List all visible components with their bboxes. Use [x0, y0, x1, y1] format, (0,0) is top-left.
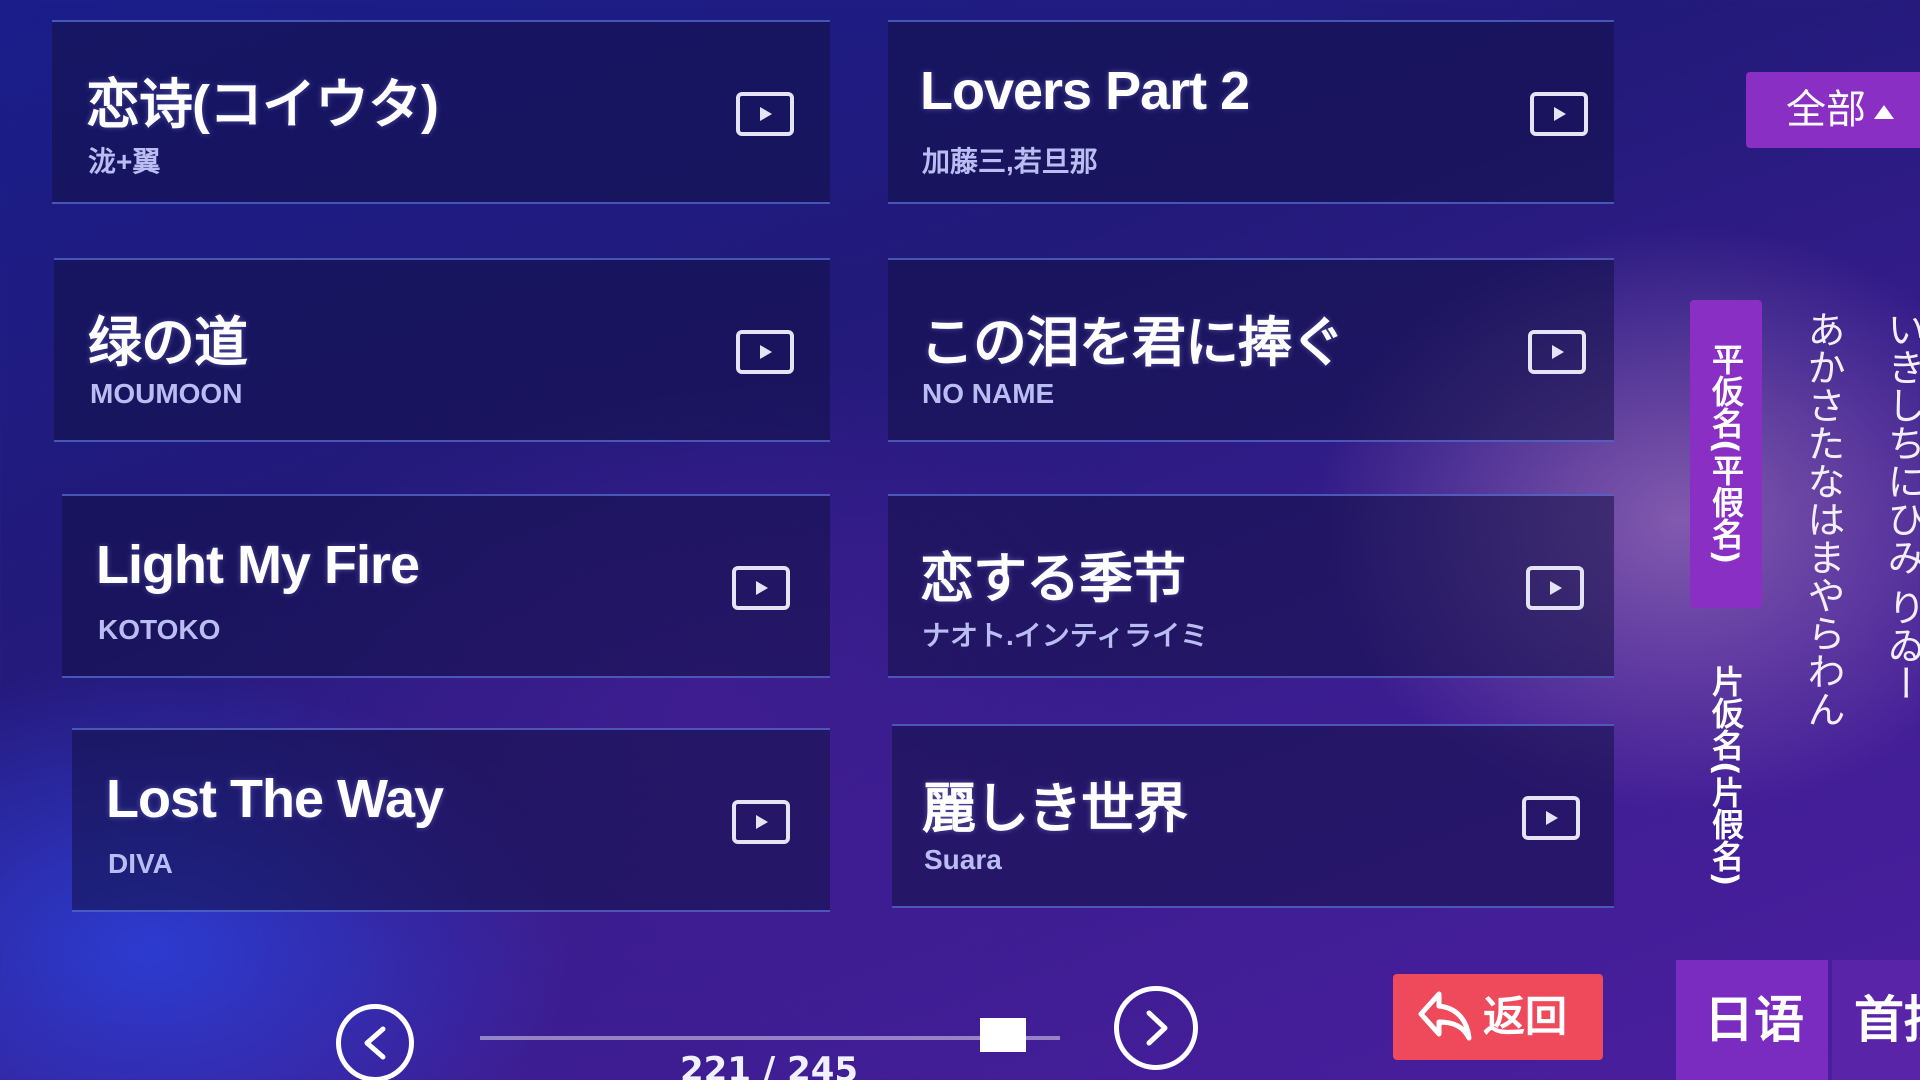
kana-column-i[interactable]: いきしちにひみ りゐー [1878, 310, 1920, 702]
filter-dropdown-button[interactable]: 全部 [1746, 72, 1920, 148]
song-artist: Suara [924, 844, 1002, 875]
kana-index-panel: 平仮名(平假名) 片仮名(片假名) あかさたなはまやらわん いきしちにひみ りゐ… [1690, 300, 1920, 930]
song-card-8[interactable]: 麗しき世界 Suara [892, 724, 1614, 908]
song-title: Lovers Part 2 [920, 61, 1250, 121]
song-artist: MOUMOON [90, 378, 243, 409]
page-counter: 221 / 245 [680, 1050, 859, 1080]
song-card-2[interactable]: Lovers Part 2 加藤三,若旦那 [888, 20, 1614, 204]
video-play-icon[interactable] [736, 330, 794, 374]
song-artist: 加藤三,若旦那 [922, 146, 1098, 177]
song-title: この泪を君に捧ぐ [920, 313, 1345, 373]
next-page-button[interactable] [1114, 986, 1198, 1070]
tab-japanese[interactable]: 日语 [1676, 960, 1828, 1080]
page-slider-thumb[interactable] [980, 1018, 1026, 1052]
video-play-icon[interactable] [732, 566, 790, 610]
caret-up-icon [1874, 105, 1894, 119]
video-play-icon[interactable] [732, 800, 790, 844]
song-title: 恋する季节 [920, 549, 1186, 609]
song-title: 麗しき世界 [922, 779, 1188, 839]
song-title: 绿の道 [88, 313, 248, 373]
video-play-icon[interactable] [1528, 330, 1586, 374]
video-play-icon[interactable] [736, 92, 794, 136]
song-card-7[interactable]: Lost The Way DIVA [72, 728, 830, 912]
song-card-5[interactable]: Light My Fire KOTOKO [62, 494, 830, 678]
prev-page-button[interactable] [336, 1004, 414, 1080]
song-artist: KOTOKO [98, 614, 221, 645]
song-card-1[interactable]: 恋诗(コイウタ) 泷+翼 [52, 20, 830, 204]
video-play-icon[interactable] [1530, 92, 1588, 136]
tab-katakana[interactable]: 片仮名(片假名) [1690, 626, 1762, 926]
song-card-4[interactable]: この泪を君に捧ぐ NO NAME [888, 258, 1614, 442]
song-card-6[interactable]: 恋する季节 ナオト.インティライミ [888, 494, 1614, 678]
video-play-icon[interactable] [1522, 796, 1580, 840]
song-artist: NO NAME [922, 378, 1055, 409]
chevron-right-icon [1146, 1010, 1168, 1046]
song-card-3[interactable]: 绿の道 MOUMOON [54, 258, 830, 442]
video-play-icon[interactable] [1526, 566, 1584, 610]
chevron-left-icon [364, 1026, 386, 1060]
page-slider-track[interactable] [480, 1036, 1060, 1040]
song-artist: DIVA [108, 848, 173, 879]
back-arrow-icon [1418, 991, 1472, 1041]
song-artist: 泷+翼 [88, 146, 161, 177]
back-button-label: 返回 [1483, 992, 1568, 1041]
tab-initials[interactable]: 首拼 [1832, 960, 1920, 1080]
song-title: 恋诗(コイウタ) [86, 75, 439, 135]
song-title: Lost The Way [106, 769, 444, 829]
filter-label: 全部 [1786, 87, 1866, 133]
song-title: Light My Fire [96, 535, 420, 595]
song-artist: ナオト.インティライミ [922, 620, 1209, 651]
back-button[interactable]: 返回 [1393, 974, 1603, 1060]
kana-column-a[interactable]: あかさたなはまやらわん [1798, 310, 1848, 728]
tab-hiragana[interactable]: 平仮名(平假名) [1690, 300, 1762, 608]
